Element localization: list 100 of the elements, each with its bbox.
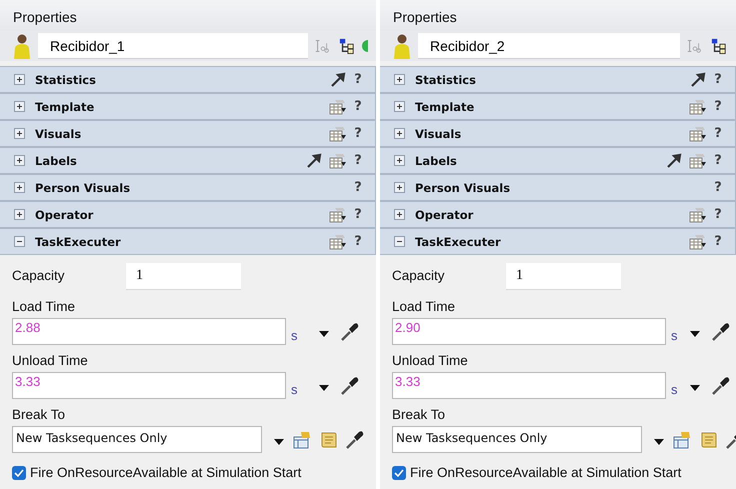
section-header[interactable]: Labels ? bbox=[0, 147, 376, 174]
expand-icon[interactable] bbox=[394, 209, 405, 220]
collapse-icon[interactable] bbox=[394, 236, 405, 247]
help-button[interactable]: ? bbox=[353, 72, 363, 87]
hierarchy-icon[interactable] bbox=[338, 38, 356, 54]
expand-icon[interactable] bbox=[394, 182, 405, 193]
unit-label: s bbox=[671, 328, 678, 343]
expand-icon[interactable] bbox=[14, 74, 25, 85]
field-label: Unload Time bbox=[12, 353, 89, 369]
table-icon[interactable] bbox=[689, 98, 707, 114]
caret-icon[interactable] bbox=[319, 330, 329, 336]
table-icon[interactable] bbox=[329, 126, 347, 142]
caret-icon[interactable] bbox=[319, 384, 329, 390]
section-header[interactable]: Statistics ? bbox=[0, 66, 376, 93]
properties-icon[interactable] bbox=[672, 430, 692, 450]
section-header[interactable]: Operator ? bbox=[0, 201, 376, 228]
section-title: Operator bbox=[415, 208, 474, 222]
unit-label: s bbox=[291, 328, 298, 343]
section-title: Statistics bbox=[35, 72, 96, 86]
capacity-field[interactable]: 1 bbox=[126, 262, 241, 290]
expand-icon[interactable] bbox=[394, 101, 405, 112]
help-button[interactable]: ? bbox=[713, 126, 723, 141]
section-header[interactable]: Statistics ? bbox=[380, 66, 736, 93]
section-title: Person Visuals bbox=[35, 180, 130, 194]
person-icon bbox=[392, 33, 412, 59]
checkbox[interactable] bbox=[392, 466, 406, 480]
checkbox-label: Fire OnResourceAvailable at Simulation Start bbox=[30, 465, 302, 480]
section-header[interactable]: Visuals ? bbox=[0, 120, 376, 147]
help-button[interactable]: ? bbox=[353, 153, 363, 168]
section-title: Statistics bbox=[415, 72, 476, 86]
table-icon[interactable] bbox=[329, 98, 347, 114]
help-button[interactable]: ? bbox=[353, 126, 363, 141]
name-field[interactable]: Recibidor_2 bbox=[418, 33, 680, 59]
table-icon[interactable] bbox=[689, 206, 707, 222]
table-icon[interactable] bbox=[329, 152, 347, 168]
capacity-field[interactable]: 1 bbox=[506, 262, 621, 290]
table-icon[interactable] bbox=[329, 206, 347, 222]
help-button[interactable]: ? bbox=[713, 99, 723, 114]
eyedropper-icon[interactable] bbox=[710, 376, 730, 396]
section-header[interactable]: Labels ? bbox=[380, 147, 736, 174]
table-icon[interactable] bbox=[689, 126, 707, 142]
caret-icon[interactable] bbox=[274, 438, 284, 444]
section-header[interactable]: TaskExecuter ? bbox=[380, 228, 736, 255]
time-field[interactable]: 2.90 bbox=[392, 318, 666, 345]
caret-icon[interactable] bbox=[690, 384, 700, 390]
person-icon bbox=[12, 33, 32, 59]
table-icon[interactable] bbox=[329, 234, 347, 250]
table-icon[interactable] bbox=[689, 234, 707, 250]
time-field[interactable]: 3.33 bbox=[12, 372, 286, 399]
collapse-icon[interactable] bbox=[14, 236, 25, 247]
help-button[interactable]: ? bbox=[353, 180, 363, 195]
section-title: Labels bbox=[415, 154, 457, 168]
section-title: Labels bbox=[35, 154, 77, 168]
expand-icon[interactable] bbox=[394, 128, 405, 139]
name-field[interactable]: Recibidor_1 bbox=[38, 33, 308, 59]
eyedropper-icon[interactable] bbox=[344, 430, 364, 450]
section-title: TaskExecuter bbox=[35, 234, 121, 248]
pointer-icon[interactable] bbox=[305, 152, 323, 168]
time-field[interactable]: 2.88 bbox=[12, 318, 286, 345]
caret-icon[interactable] bbox=[690, 330, 700, 336]
caret-icon[interactable] bbox=[654, 438, 664, 444]
section-header[interactable]: Operator ? bbox=[380, 201, 736, 228]
expand-icon[interactable] bbox=[14, 209, 25, 220]
unit-label: s bbox=[291, 382, 298, 397]
pointer-icon[interactable] bbox=[665, 152, 683, 168]
eyedropper-icon[interactable] bbox=[339, 376, 359, 396]
expand-icon[interactable] bbox=[14, 101, 25, 112]
eyedropper-icon[interactable] bbox=[710, 322, 730, 342]
section-header[interactable]: Template ? bbox=[0, 93, 376, 120]
table-icon[interactable] bbox=[689, 152, 707, 168]
field-label: Capacity bbox=[12, 268, 66, 284]
field-label: Unload Time bbox=[392, 353, 469, 369]
dropdown-field[interactable]: New Tasksequences Only bbox=[392, 426, 642, 453]
pointer-icon[interactable] bbox=[689, 72, 707, 88]
expand-icon[interactable] bbox=[394, 155, 405, 166]
section-header[interactable]: Person Visuals ? bbox=[0, 174, 376, 201]
help-button[interactable]: ? bbox=[713, 207, 723, 222]
expand-icon[interactable] bbox=[394, 74, 405, 85]
hierarchy-icon[interactable] bbox=[710, 38, 728, 54]
field-label: Break To bbox=[392, 407, 446, 423]
expand-icon[interactable] bbox=[14, 182, 25, 193]
checkbox[interactable] bbox=[12, 466, 26, 480]
dropdown-field[interactable]: New Tasksequences Only bbox=[12, 426, 262, 453]
help-button[interactable]: ? bbox=[713, 72, 723, 87]
section-header[interactable]: Template ? bbox=[380, 93, 736, 120]
section-header[interactable]: Person Visuals ? bbox=[380, 174, 736, 201]
help-button[interactable]: ? bbox=[713, 180, 723, 195]
help-button[interactable]: ? bbox=[713, 234, 723, 249]
expand-icon[interactable] bbox=[14, 155, 25, 166]
help-button[interactable]: ? bbox=[353, 99, 363, 114]
section-header[interactable]: Visuals ? bbox=[380, 120, 736, 147]
help-button[interactable]: ? bbox=[353, 234, 363, 249]
pointer-icon[interactable] bbox=[329, 72, 347, 88]
time-field[interactable]: 3.33 bbox=[392, 372, 666, 399]
eyedropper-icon[interactable] bbox=[339, 322, 359, 342]
section-header[interactable]: TaskExecuter ? bbox=[0, 228, 376, 255]
properties-icon[interactable] bbox=[292, 430, 312, 450]
help-button[interactable]: ? bbox=[353, 207, 363, 222]
expand-icon[interactable] bbox=[14, 128, 25, 139]
help-button[interactable]: ? bbox=[713, 153, 723, 168]
